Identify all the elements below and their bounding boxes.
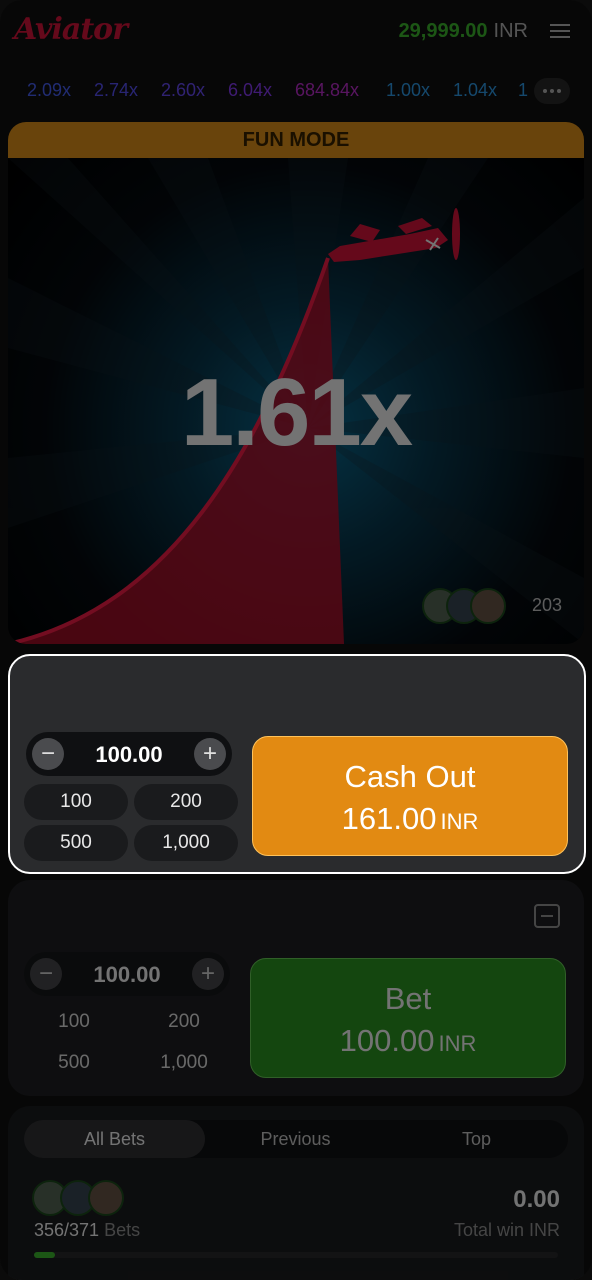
bets-count: 356/371 Bets — [34, 1220, 140, 1241]
bets-progress-fill — [34, 1252, 55, 1258]
bets-list-panel: All Bets Previous Top 356/371 Bets 0.00 … — [8, 1106, 584, 1280]
app-window: Aviator 29,999.00 INR 2.09x 2.74x 2.60x 6… — [0, 0, 592, 1280]
balance-currency: INR — [493, 20, 528, 42]
players-count: 203 — [531, 595, 562, 615]
cash-out-amount: 161.00 — [341, 801, 437, 836]
remove-panel-icon[interactable] — [534, 904, 560, 928]
current-multiplier: 1.61x — [180, 359, 413, 466]
bet-label: Bet — [384, 981, 432, 1016]
multiplier-item[interactable]: 684.84x — [295, 80, 359, 101]
quick-amount-chip[interactable]: 1,000 — [134, 825, 238, 861]
bet-panel-2: − 100.00 + 100 200 500 1,000 Bet 100.00 I… — [8, 880, 584, 1096]
bets-count-value: 356/371 — [34, 1220, 100, 1240]
multiplier-item[interactable]: 2.74x — [94, 80, 138, 101]
game-stage: 1.61x 203 — [8, 158, 584, 644]
hamburger-menu-icon[interactable] — [550, 20, 570, 38]
cash-out-button[interactable]: Cash Out 161.00 INR — [252, 736, 568, 856]
multiplier-item[interactable]: 1 — [518, 80, 528, 101]
tab-previous[interactable]: Previous — [205, 1120, 386, 1158]
bet-amount-line: 100.00 INR — [251, 1023, 565, 1059]
bet-panel-1: − 100.00 + 100 200 500 1,000 Cash Out 16… — [8, 654, 586, 874]
bet-currency: INR — [438, 1031, 477, 1056]
quick-amount-chip[interactable]: 200 — [134, 784, 238, 820]
game-area: FUN MODE 1.61x 203 — [8, 122, 584, 644]
online-players: 203 — [422, 588, 562, 624]
cash-out-amount-line: 161.00 INR — [253, 801, 567, 837]
bets-progress-bar — [34, 1252, 558, 1258]
cash-out-label: Cash Out — [344, 759, 476, 794]
bettor-avatars — [32, 1180, 124, 1216]
bets-tabs: All Bets Previous Top — [24, 1120, 568, 1158]
multiplier-item[interactable]: 2.09x — [27, 80, 71, 101]
balance: 29,999.00 INR — [399, 20, 528, 43]
cash-out-currency: INR — [440, 809, 479, 834]
quick-amount-chip[interactable]: 200 — [132, 1004, 236, 1040]
tab-top[interactable]: Top — [386, 1120, 567, 1158]
total-win-value: 0.00 — [513, 1186, 560, 1213]
quick-amount-chip[interactable]: 500 — [24, 825, 128, 861]
player-avatar — [470, 588, 506, 624]
quick-amount-chip[interactable]: 1,000 — [132, 1045, 236, 1081]
bet-button[interactable]: Bet 100.00 INR — [250, 958, 566, 1078]
tab-all-bets[interactable]: All Bets — [24, 1120, 205, 1158]
quick-amount-chip[interactable]: 500 — [22, 1045, 126, 1081]
bet-amount-stepper: − 100.00 + — [26, 732, 232, 776]
more-history-button[interactable] — [534, 78, 570, 104]
quick-amount-chip[interactable]: 100 — [22, 1004, 126, 1040]
multiplier-item[interactable]: 6.04x — [228, 80, 272, 101]
increase-amount-button[interactable]: + — [194, 738, 226, 770]
multiplier-item[interactable]: 1.00x — [386, 80, 430, 101]
bets-count-label: Bets — [104, 1220, 141, 1240]
bet-amount-stepper: − 100.00 + — [24, 952, 230, 996]
aviator-logo: Aviator — [14, 12, 128, 47]
fun-mode-banner: FUN MODE — [8, 122, 584, 158]
total-win-label: Total win INR — [453, 1220, 560, 1240]
player-avatar — [88, 1180, 124, 1216]
multiplier-item[interactable]: 2.60x — [161, 80, 205, 101]
multiplier-item[interactable]: 1.04x — [453, 80, 497, 101]
bet-amount: 100.00 — [339, 1023, 435, 1058]
quick-amount-chip[interactable]: 100 — [24, 784, 128, 820]
header: Aviator 29,999.00 INR — [0, 0, 592, 64]
increase-amount-button[interactable]: + — [192, 958, 224, 990]
balance-amount: 29,999.00 — [398, 20, 488, 42]
multiplier-history: 2.09x 2.74x 2.60x 6.04x 684.84x 1.00x 1.… — [0, 72, 592, 112]
